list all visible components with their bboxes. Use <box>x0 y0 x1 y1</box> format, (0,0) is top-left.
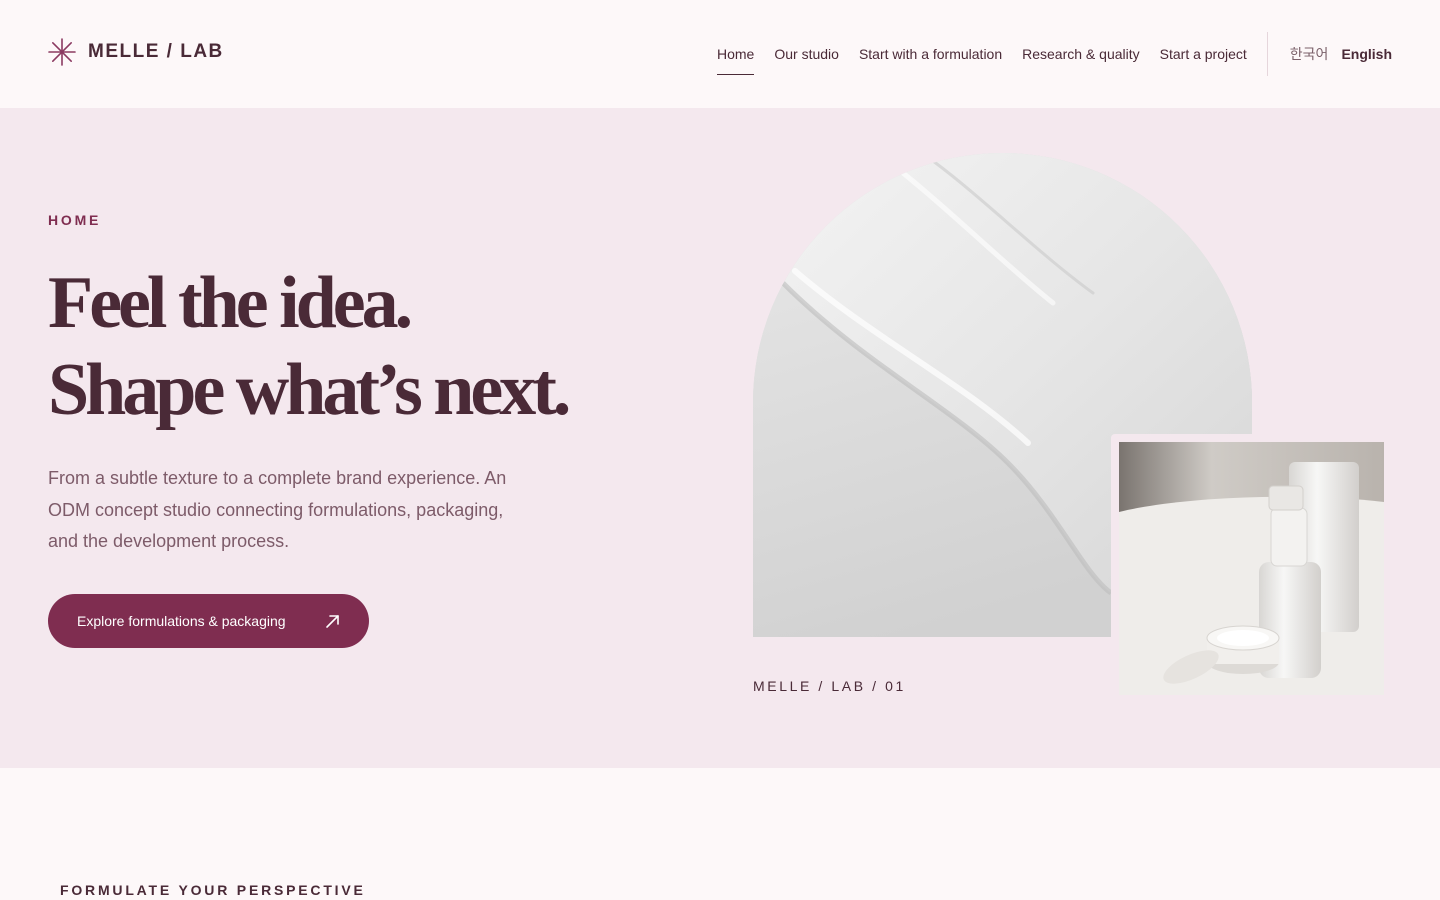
main-nav: Home Our studio Start with a formulation… <box>717 32 1392 76</box>
nav-divider <box>1266 32 1268 76</box>
site-header: MELLE / LAB Home Our studio Start with a… <box>0 0 1440 108</box>
nav-our-studio[interactable]: Our studio <box>774 46 839 62</box>
hero-description: From a subtle texture to a complete bran… <box>48 468 507 551</box>
explore-formulations-button[interactable]: Explore formulations & packaging <box>48 594 369 648</box>
hero-caption: MELLE / LAB / 01 <box>753 678 906 694</box>
headline-line-2: Shape what’s next. <box>48 349 571 431</box>
arrow-up-right-icon <box>326 615 339 628</box>
section-title: FORMULATE YOUR PERSPECTIVE <box>60 882 366 898</box>
logo[interactable]: MELLE / LAB <box>48 38 224 66</box>
hero-eyebrow: HOME <box>48 212 102 228</box>
hero-section: HOME Feel the idea. Shape what’s next. F… <box>0 108 1440 768</box>
nav-start-with-formulation[interactable]: Start with a formulation <box>859 46 1002 62</box>
hero-headline: Feel the idea. Shape what’s next. <box>48 260 571 434</box>
cta-label: Explore formulations & packaging <box>77 613 286 629</box>
nav-start-project[interactable]: Start a project <box>1160 46 1247 62</box>
lang-english[interactable]: English <box>1341 46 1392 62</box>
asterisk-icon <box>48 38 76 66</box>
cosmetic-packaging-image <box>1119 442 1384 695</box>
lang-korean[interactable]: 한국어 <box>1290 44 1329 64</box>
headline-line-1: Feel the idea. <box>48 262 413 344</box>
nav-research-quality[interactable]: Research & quality <box>1022 46 1140 62</box>
brand-name: MELLE / LAB <box>88 41 224 62</box>
nav-home[interactable]: Home <box>717 46 755 75</box>
